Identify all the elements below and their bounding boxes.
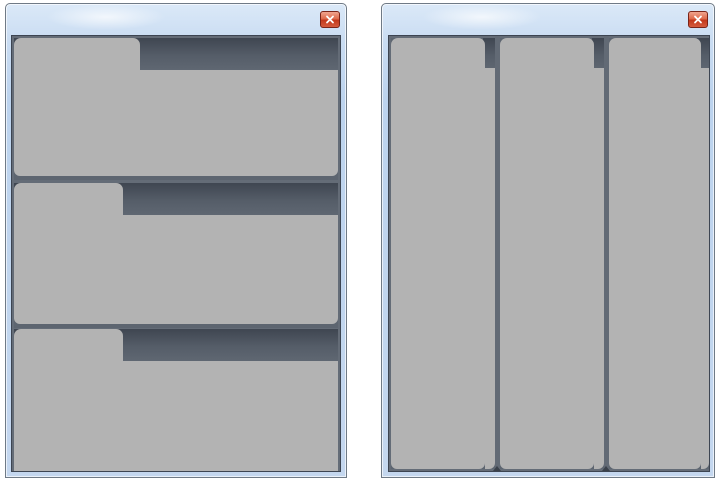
column-panel-1[interactable] <box>391 38 495 469</box>
panel-tab[interactable] <box>14 329 123 363</box>
close-button-right[interactable] <box>688 11 708 28</box>
window-right <box>381 3 715 478</box>
docked-panel-3[interactable] <box>14 329 338 471</box>
dock-area-left <box>11 35 341 472</box>
panel-content <box>14 70 338 176</box>
docked-panel-1[interactable] <box>14 38 338 180</box>
close-button-left[interactable] <box>320 11 340 28</box>
panel-content <box>14 215 338 324</box>
close-icon <box>694 15 702 24</box>
dock-area-right <box>388 35 710 472</box>
column-panel-3[interactable] <box>609 38 709 469</box>
column-panel-2[interactable] <box>500 38 604 469</box>
docked-panel-2[interactable] <box>14 183 338 328</box>
panel-content <box>609 38 709 469</box>
panel-tab[interactable] <box>14 183 123 217</box>
window-left <box>5 3 347 478</box>
close-icon <box>326 15 334 24</box>
panel-content <box>500 38 604 469</box>
panel-content <box>391 38 495 469</box>
panel-content <box>14 361 338 471</box>
panel-tab[interactable] <box>14 38 140 72</box>
